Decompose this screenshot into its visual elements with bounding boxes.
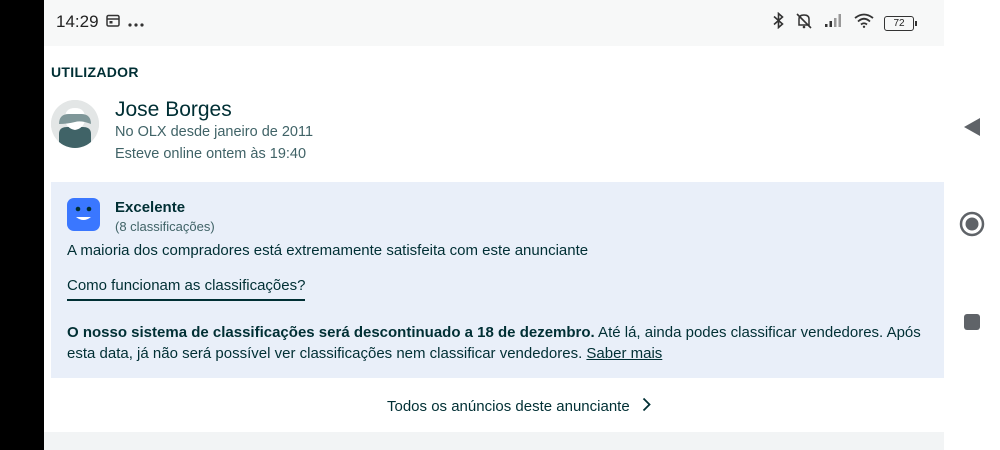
signal-icon xyxy=(824,13,844,33)
user-name: Jose Borges xyxy=(115,98,232,121)
rating-panel: Excelente (8 classificações) A maioria d… xyxy=(51,182,944,378)
notice-bold-text: O nosso sistema de classificações será d… xyxy=(67,324,595,341)
how-ratings-work-link[interactable]: Como funcionam as classificações? xyxy=(67,277,306,301)
calendar-icon xyxy=(106,14,120,32)
app-screen: 14:29 72 UTILIZADOR Jose Borges No OLX d… xyxy=(44,0,944,450)
bottom-divider xyxy=(44,432,944,450)
status-bar: 14:29 72 xyxy=(44,0,944,46)
all-ads-link[interactable]: Todos os anúncios deste anunciante xyxy=(387,397,651,416)
status-time: 14:29 xyxy=(56,12,99,31)
wifi-icon xyxy=(854,13,874,33)
left-black-bar xyxy=(0,0,44,450)
smiley-icon xyxy=(67,198,100,231)
all-ads-label: Todos os anúncios deste anunciante xyxy=(387,398,630,415)
chevron-right-icon xyxy=(642,397,651,416)
bluetooth-icon xyxy=(773,11,784,34)
back-icon[interactable] xyxy=(958,113,986,141)
more-dots-icon xyxy=(128,14,144,32)
avatar-placeholder-icon xyxy=(51,100,99,148)
vibrate-icon xyxy=(794,12,814,34)
rating-description: A maioria dos compradores está extremame… xyxy=(67,242,589,259)
avatar[interactable] xyxy=(51,100,99,148)
section-title: UTILIZADOR xyxy=(51,64,139,80)
discontinuation-notice: O nosso sistema de classificações será d… xyxy=(67,322,935,364)
member-since: No OLX desde janeiro de 2011 xyxy=(115,124,314,140)
home-icon[interactable] xyxy=(958,210,986,238)
rating-count: (8 classificações) xyxy=(115,219,215,234)
battery-icon: 72 xyxy=(884,15,917,31)
learn-more-link[interactable]: Saber mais xyxy=(586,345,662,362)
recents-icon[interactable] xyxy=(958,308,986,336)
last-online: Esteve online ontem às 19:40 xyxy=(115,146,307,162)
rating-title: Excelente xyxy=(115,199,186,216)
